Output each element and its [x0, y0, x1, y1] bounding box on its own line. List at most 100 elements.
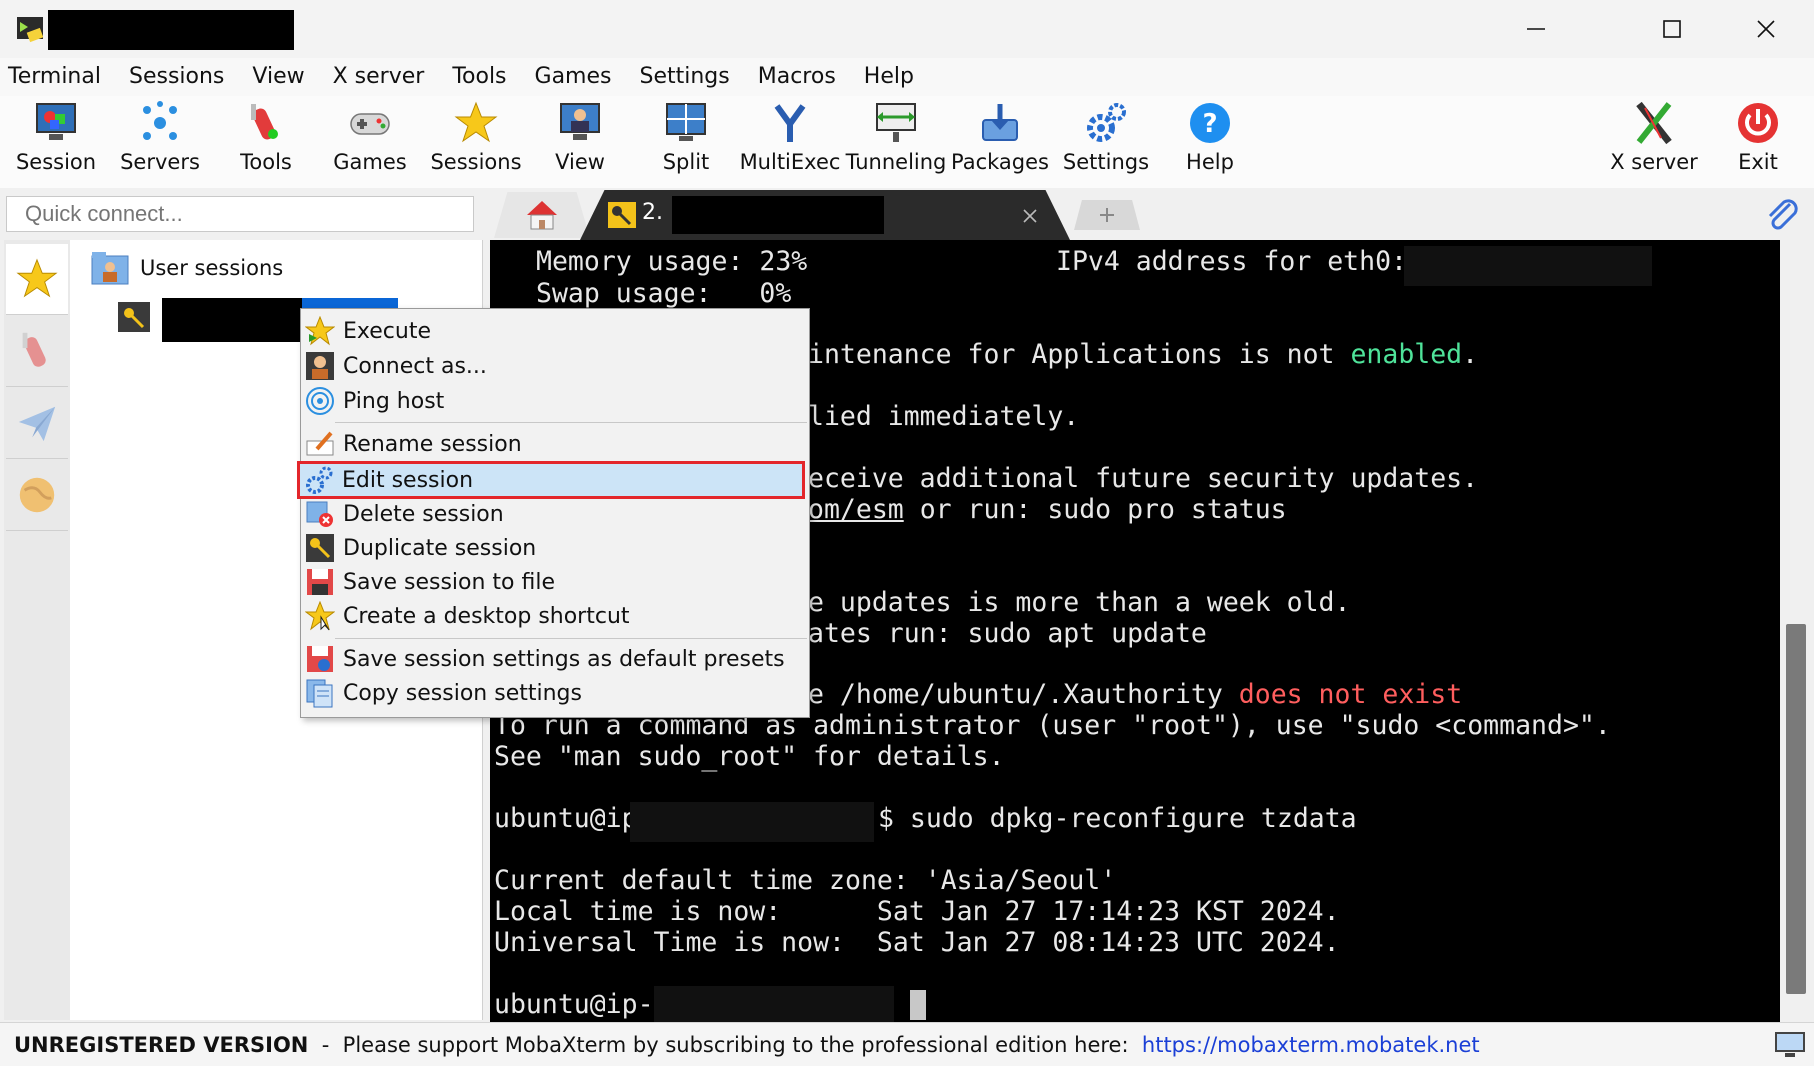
games-button[interactable]: Games — [318, 100, 422, 186]
help-question-icon: ? — [1190, 103, 1230, 143]
menu-item-delete-session[interactable]: Delete session — [303, 497, 805, 531]
quick-connect-input[interactable] — [6, 196, 474, 232]
close-button[interactable] — [1720, 0, 1812, 58]
star-icon — [454, 101, 498, 143]
view-user-monitor-icon — [560, 103, 600, 140]
mobatek-link[interactable]: https://mobaxterm.mobatek.net — [1142, 1033, 1480, 1057]
menu-item-save-session-to-file[interactable]: Save session to file — [303, 565, 805, 599]
menu-tools[interactable]: Tools — [444, 58, 520, 96]
tunneling-icon — [876, 103, 916, 142]
tree-root-label[interactable]: User sessions — [140, 256, 283, 280]
maximize-button[interactable] — [1626, 0, 1718, 58]
menu-sessions[interactable]: Sessions — [121, 58, 238, 96]
home-icon — [527, 201, 557, 230]
xserver-button[interactable]: X server — [1602, 100, 1706, 186]
mobaxterm-logo-icon — [17, 17, 44, 43]
menu-macros[interactable]: Macros — [750, 58, 850, 96]
scrollbar-thumb[interactable] — [1786, 624, 1806, 994]
toolbar: Session Servers Tools Games Sessions Vie… — [0, 96, 1814, 188]
session-button[interactable]: Session — [4, 100, 108, 186]
plus-icon — [1100, 208, 1114, 222]
session-tab-redacted — [672, 196, 884, 234]
split-screen-icon — [666, 103, 706, 141]
user-icon — [306, 352, 334, 380]
minimize-icon — [1527, 28, 1545, 30]
key-icon — [118, 302, 150, 332]
packages-download-icon — [982, 104, 1018, 141]
session-monitor-icon — [36, 103, 76, 140]
menu-games[interactable]: Games — [527, 58, 626, 96]
star-arrow-icon — [305, 316, 335, 346]
maximize-icon — [1663, 20, 1681, 38]
exit-button[interactable]: Exit — [1706, 100, 1810, 186]
menu-settings[interactable]: Settings — [632, 58, 744, 96]
sidebar-tab-strip — [4, 240, 71, 1020]
window-title-redacted — [48, 10, 294, 50]
tools-button[interactable]: Tools — [214, 100, 318, 186]
save-settings-icon — [307, 646, 333, 672]
key-icon — [306, 534, 334, 562]
gear-icon — [1087, 103, 1126, 142]
status-bar: UNREGISTERED VERSION - Please support Mo… — [0, 1022, 1814, 1066]
sidebar-tab-sftp[interactable] — [6, 460, 68, 531]
session-tab[interactable]: 2. — [580, 190, 1070, 240]
sessions-button[interactable]: Sessions — [424, 100, 528, 186]
ping-signal-icon — [306, 387, 334, 415]
new-tab-button[interactable] — [1074, 200, 1140, 230]
terminal-cursor — [910, 990, 926, 1020]
home-tab[interactable] — [494, 192, 590, 238]
menu-item-copy-session-settings[interactable]: Copy session settings — [303, 676, 805, 710]
title-bar — [0, 0, 1814, 58]
menu-item-duplicate-session[interactable]: Duplicate session — [303, 531, 805, 565]
swiss-knife-icon — [251, 104, 278, 140]
menu-item-execute[interactable]: Execute — [303, 314, 805, 348]
menu-help[interactable]: Help — [856, 58, 928, 96]
rename-pencil-icon — [306, 431, 334, 456]
tab-close-icon[interactable] — [1022, 208, 1038, 224]
paper-plane-icon — [18, 406, 56, 442]
close-icon — [1757, 20, 1775, 38]
monitor-icon[interactable] — [1774, 1031, 1806, 1059]
menu-x-server[interactable]: X server — [325, 58, 439, 96]
sidebar-tab-macros[interactable] — [6, 388, 68, 459]
view-button[interactable]: View — [528, 100, 632, 186]
sidebar-tab-sessions[interactable] — [6, 244, 68, 315]
split-button[interactable]: Split — [634, 100, 738, 186]
menu-view[interactable]: View — [244, 58, 318, 96]
star-icon — [16, 258, 58, 298]
multiexec-fork-icon — [774, 104, 806, 142]
x-server-icon — [1636, 101, 1672, 145]
menu-item-rename-session[interactable]: Rename session — [303, 427, 805, 461]
servers-button[interactable]: Servers — [108, 100, 212, 186]
minimize-button[interactable] — [1490, 0, 1582, 58]
menu-terminal[interactable]: Terminal — [0, 58, 115, 96]
sidebar-tab-tools[interactable] — [6, 316, 68, 387]
gear-icon — [306, 466, 333, 494]
save-disk-icon — [307, 569, 333, 595]
key-icon — [608, 202, 636, 228]
session-name-redacted — [162, 298, 302, 342]
menu-bar: Terminal Sessions View X server Tools Ga… — [0, 58, 1814, 96]
unregistered-label: UNREGISTERED VERSION — [14, 1032, 309, 1057]
tunneling-button[interactable]: Tunneling — [844, 100, 948, 186]
paperclip-icon[interactable] — [1762, 196, 1800, 234]
menu-item-save-default-presets[interactable]: Save session settings as default presets — [303, 642, 805, 676]
help-button[interactable]: ? Help — [1158, 100, 1262, 186]
swiss-knife-icon — [22, 332, 46, 367]
svg-text:?: ? — [1202, 109, 1217, 139]
support-message: Please support MobaXterm by subscribing … — [342, 1032, 1142, 1057]
menu-item-connect-as[interactable]: Connect as... — [303, 349, 805, 383]
quick-connect-row: 2. — [0, 190, 1814, 240]
menu-item-ping-host[interactable]: Ping host — [303, 384, 805, 418]
session-context-menu: Execute Connect as... Ping host Rename s… — [297, 308, 810, 718]
power-icon — [1738, 103, 1778, 143]
settings-button[interactable]: Settings — [1054, 100, 1158, 186]
menu-item-edit-session[interactable]: Edit session — [297, 461, 805, 499]
servers-network-icon — [143, 101, 177, 140]
menu-item-create-desktop-shortcut[interactable]: Create a desktop shortcut — [303, 599, 805, 633]
delete-icon — [306, 501, 333, 527]
packages-button[interactable]: Packages — [948, 100, 1052, 186]
multiexec-button[interactable]: MultiExec — [738, 100, 842, 186]
copy-document-icon — [306, 679, 333, 708]
globe-icon — [19, 477, 55, 513]
